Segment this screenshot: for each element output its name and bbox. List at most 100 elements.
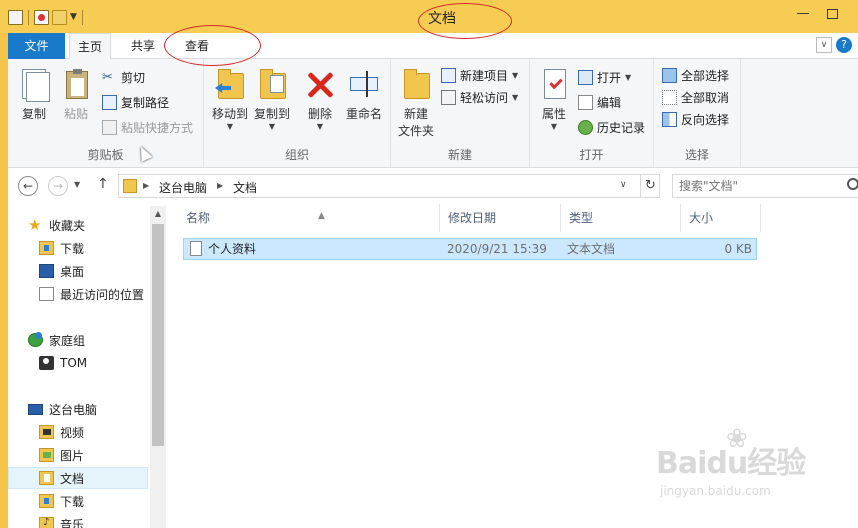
maximize-button[interactable] xyxy=(818,4,846,24)
sidebar-item-label: 这台电脑 xyxy=(49,402,98,417)
sidebar-item-label: 下载 xyxy=(60,494,85,509)
tab-file[interactable]: 文件 xyxy=(8,33,65,59)
sidebar-item-music[interactable]: 音乐 xyxy=(8,513,148,528)
properties-check-icon[interactable] xyxy=(34,9,49,25)
documents-folder-icon xyxy=(39,471,54,485)
column-header-date[interactable]: 修改日期 xyxy=(440,204,561,232)
star-icon: ★ xyxy=(28,216,42,234)
organize-group-label: 组织 xyxy=(284,148,309,162)
sidebar-item-downloads[interactable]: 下载 xyxy=(8,237,148,259)
pictures-folder-icon xyxy=(39,448,54,462)
paste-shortcut-label: 粘贴快捷方式 xyxy=(121,120,194,135)
watermark-url: jingyan.baidu.com xyxy=(660,484,771,498)
invert-selection-icon xyxy=(662,111,677,127)
sidebar-item-videos[interactable]: 视频 xyxy=(8,421,148,443)
up-button[interactable]: ↑ xyxy=(97,176,109,192)
new-folder-button[interactable]: 新建 文件夹 xyxy=(395,67,437,139)
navigation-scrollbar[interactable]: ▲ xyxy=(150,206,166,528)
history-button[interactable]: 历史记录 xyxy=(578,117,645,137)
copy-path-label: 复制路径 xyxy=(121,95,170,110)
open-dropdown-icon: ▼ xyxy=(625,72,632,82)
address-bar-row: ← → ▼ ↑ ▶ 这台电脑 ▶ 文档 ∨ ↻ xyxy=(8,168,858,204)
tab-home[interactable]: 主页 xyxy=(69,33,111,60)
recent-locations-icon[interactable]: ▼ xyxy=(74,180,80,189)
minimize-button[interactable]: — xyxy=(789,4,817,24)
videos-folder-icon xyxy=(39,425,54,439)
title-bar: ▼ 文档 — xyxy=(0,0,858,33)
copy-to-button[interactable]: 复制到 ▼ xyxy=(248,67,296,131)
crumb-this-pc[interactable]: 这台电脑 xyxy=(159,179,207,196)
computer-icon xyxy=(28,403,43,415)
table-row[interactable]: 个人资料 2020/9/21 15:39 文本文档 0 KB xyxy=(183,238,757,260)
scroll-up-icon[interactable]: ▲ xyxy=(150,206,166,222)
back-button[interactable]: ← xyxy=(18,176,38,196)
crumb-documents[interactable]: 文档 xyxy=(233,179,257,196)
homegroup-icon xyxy=(28,332,43,347)
window-frame-left xyxy=(0,0,8,528)
sidebar-item-label: 视频 xyxy=(60,425,85,440)
copy-button[interactable]: 复制 xyxy=(12,67,56,122)
sidebar-item-this-pc[interactable]: 这台电脑 xyxy=(8,398,148,420)
address-dropdown-icon[interactable]: ∨ xyxy=(620,180,627,190)
sidebar-item-recent[interactable]: 最近访问的位置 xyxy=(8,283,148,305)
new-item-button[interactable]: 新建项目 ▼ xyxy=(441,65,518,85)
search-icon[interactable] xyxy=(847,178,858,190)
column-header-name[interactable]: 名称 ▲ xyxy=(178,204,440,232)
rename-button[interactable]: 重命名 xyxy=(340,67,388,122)
scrollbar-thumb[interactable] xyxy=(152,224,164,446)
music-folder-icon xyxy=(39,517,54,528)
help-icon[interactable]: ? xyxy=(836,37,852,53)
qat-dropdown-icon[interactable]: ▼ xyxy=(70,12,77,22)
collapse-ribbon-icon[interactable]: ∨ xyxy=(816,37,832,53)
file-name: 个人资料 xyxy=(208,242,257,256)
sidebar-item-homegroup[interactable]: 家庭组 xyxy=(8,329,148,351)
navigation-pane: ★ 收藏夹 下载 桌面 最近访问的位置 家庭组 TOM 这台电脑 视频 图片 文… xyxy=(8,204,166,528)
column-header-size[interactable]: 大小 xyxy=(681,204,761,232)
easy-access-icon xyxy=(441,89,456,105)
sidebar-item-documents[interactable]: 文档 xyxy=(8,467,148,489)
new-folder-label-1: 新建 xyxy=(403,107,428,121)
sidebar-item-pictures[interactable]: 图片 xyxy=(8,444,148,466)
forward-button[interactable]: → xyxy=(48,176,68,196)
properties-label: 属性 xyxy=(541,107,566,121)
easy-access-button[interactable]: 轻松访问 ▼ xyxy=(441,87,518,107)
sidebar-item-desktop[interactable]: 桌面 xyxy=(8,260,148,282)
sidebar-item-user[interactable]: TOM xyxy=(8,352,148,374)
refresh-button[interactable]: ↻ xyxy=(640,175,660,197)
search-box[interactable] xyxy=(672,174,858,198)
file-type: 文本文档 xyxy=(567,242,616,256)
search-input[interactable] xyxy=(679,176,849,196)
window-title: 文档 xyxy=(428,11,456,27)
column-header-type[interactable]: 类型 xyxy=(561,204,681,232)
properties-icon[interactable] xyxy=(8,9,23,25)
clipboard-group-label: 剪贴板 xyxy=(87,148,124,162)
sidebar-item-downloads-pc[interactable]: 下载 xyxy=(8,490,148,512)
edit-button[interactable]: 编辑 xyxy=(578,92,621,112)
tab-view[interactable]: 查看 xyxy=(173,33,221,59)
sidebar-item-favorites[interactable]: ★ 收藏夹 xyxy=(8,214,148,236)
sort-ascending-icon: ▲ xyxy=(318,211,325,221)
properties-button[interactable]: 属性 ▼ xyxy=(532,67,576,131)
select-none-button[interactable]: 全部取消 xyxy=(662,87,729,107)
paste-shortcut-button[interactable]: 粘贴快捷方式 xyxy=(102,117,193,137)
column-date-label: 修改日期 xyxy=(448,211,497,225)
new-item-label: 新建项目 xyxy=(460,68,509,83)
delete-button[interactable]: 删除 ▼ xyxy=(298,67,342,131)
paste-button[interactable]: 粘贴 xyxy=(54,67,98,122)
select-all-button[interactable]: 全部选择 xyxy=(662,65,729,85)
new-folder-icon[interactable] xyxy=(52,9,67,25)
new-group-label: 新建 xyxy=(447,148,472,162)
paste-label: 粘贴 xyxy=(63,107,88,121)
copy-path-button[interactable]: 复制路径 xyxy=(102,92,169,112)
open-button[interactable]: 打开 ▼ xyxy=(578,67,631,87)
qat-separator xyxy=(81,9,83,25)
select-none-icon xyxy=(662,89,677,105)
cut-button[interactable]: ✂ 剪切 xyxy=(102,67,145,87)
tab-share[interactable]: 共享 xyxy=(121,33,165,59)
invert-selection-button[interactable]: 反向选择 xyxy=(662,109,729,129)
address-box[interactable]: ▶ 这台电脑 ▶ 文档 ∨ ↻ xyxy=(118,174,660,198)
open-group: 属性 ▼ 打开 ▼ 编辑 历史记录 打开 xyxy=(530,59,654,167)
open-icon xyxy=(578,69,593,85)
cut-label: 剪切 xyxy=(121,70,146,85)
move-to-button[interactable]: 移动到 ▼ xyxy=(206,67,254,131)
